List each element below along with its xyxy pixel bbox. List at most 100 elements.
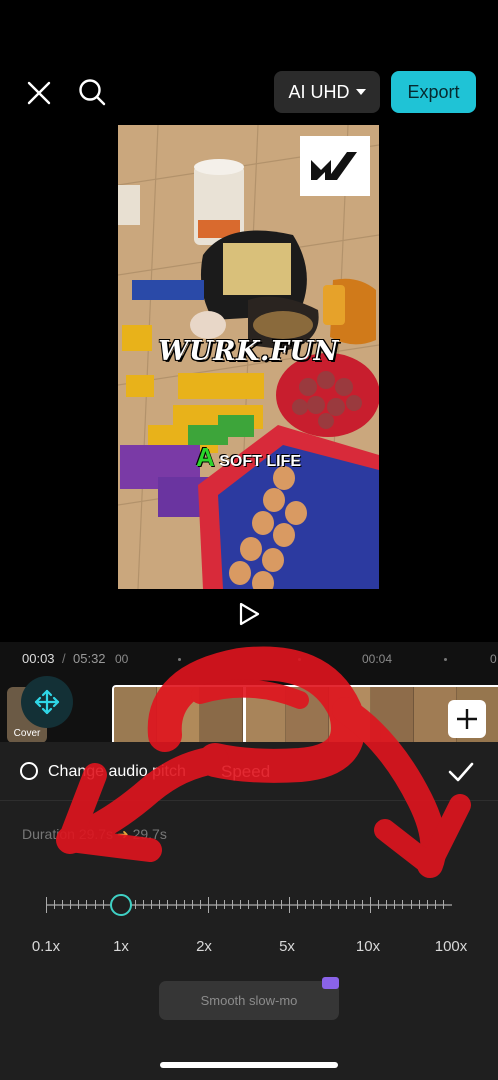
ruler-dot — [298, 658, 301, 661]
panel-divider — [0, 800, 498, 801]
arrow-right-icon: ➜ — [116, 826, 129, 842]
watermark-sub-text: SOFT LIFE — [219, 453, 301, 470]
plus-icon — [457, 709, 477, 729]
watermark-sub-letter: A — [195, 442, 215, 472]
slider-tick — [354, 900, 355, 909]
slider-tick — [240, 900, 241, 909]
move-icon — [34, 689, 60, 715]
confirm-check-icon[interactable] — [447, 758, 475, 786]
slider-tick — [257, 900, 258, 909]
slider-tick — [419, 900, 420, 909]
slider-tick — [62, 900, 63, 909]
speed-slider-knob[interactable] — [110, 894, 132, 916]
slider-tick — [346, 900, 347, 909]
slider-tick — [208, 897, 209, 913]
watermark-title: WURK.FUN — [158, 336, 339, 367]
duration-prefix: Duration — [22, 826, 75, 842]
slider-tick — [338, 900, 339, 909]
speed-label[interactable]: 2x — [179, 938, 229, 955]
search-icon[interactable] — [76, 76, 108, 108]
slider-tick — [167, 900, 168, 909]
play-icon[interactable] — [238, 602, 262, 628]
export-button[interactable]: Export — [391, 71, 476, 113]
slider-tick — [70, 900, 71, 909]
slider-tick — [289, 897, 290, 913]
clip-frame — [156, 687, 200, 745]
slider-tick — [281, 900, 282, 909]
duration-info: Duration 29.7s ➜ 29.7s — [22, 826, 167, 843]
slider-tick — [86, 900, 87, 909]
quality-dropdown[interactable]: AI UHD — [274, 71, 380, 113]
wurk-logo-icon — [311, 152, 357, 180]
total-time: 05:32 — [73, 651, 106, 666]
video-clip-strip[interactable] — [112, 685, 498, 747]
slider-tick — [330, 900, 331, 909]
slider-tick — [135, 900, 136, 909]
speed-label[interactable]: 0.1x — [21, 938, 71, 955]
slider-tick — [386, 900, 387, 909]
slider-tick — [402, 900, 403, 909]
premium-badge-icon — [322, 977, 339, 989]
pitch-label[interactable]: Change audio pitch — [48, 763, 186, 781]
brand-logo — [300, 136, 370, 196]
panel-title: Speed — [221, 762, 271, 781]
slider-tick — [297, 900, 298, 909]
keyframe-button[interactable] — [21, 676, 73, 728]
ruler-label: 0 — [490, 652, 497, 666]
clip-frame — [114, 687, 157, 745]
slider-tick — [313, 900, 314, 909]
slider-tick — [184, 900, 185, 909]
slider-tick — [46, 897, 47, 913]
slider-tick — [192, 900, 193, 909]
slider-tick — [394, 900, 395, 909]
slider-tick — [95, 900, 96, 909]
slider-tick — [305, 900, 306, 909]
clip-frame — [285, 687, 329, 745]
clip-frame — [199, 687, 243, 745]
speed-label[interactable]: 10x — [343, 938, 393, 955]
caret-down-icon — [355, 89, 366, 95]
ruler-label: 00:04 — [362, 652, 393, 666]
slider-tick — [232, 900, 233, 909]
slider-tick — [143, 900, 144, 909]
slider-tick — [159, 900, 160, 909]
cover-label: Cover — [13, 728, 41, 739]
slider-tick — [265, 900, 266, 909]
clip-frame — [328, 687, 372, 745]
slider-tick — [200, 900, 201, 909]
slider-tick — [216, 900, 217, 909]
slider-tick — [273, 900, 274, 909]
pitch-radio[interactable] — [20, 762, 38, 780]
close-icon[interactable] — [24, 78, 54, 108]
slider-tick — [378, 900, 379, 909]
time-separator: / — [62, 651, 66, 666]
slider-tick — [411, 900, 412, 909]
slider-tick — [370, 897, 371, 913]
speed-slider-track[interactable] — [46, 904, 452, 906]
slider-tick — [443, 900, 444, 909]
watermark-subtitle: A SOFT LIFE — [118, 442, 379, 473]
speed-label[interactable]: 100x — [426, 938, 476, 955]
slider-tick — [362, 900, 363, 909]
slider-tick — [176, 900, 177, 909]
slider-tick — [54, 900, 55, 909]
smooth-label: Smooth slow-mo — [200, 993, 298, 1008]
slider-tick — [435, 900, 436, 909]
add-clip-button[interactable] — [448, 700, 486, 738]
duration-to: 29.7s — [132, 826, 167, 842]
speed-label[interactable]: 5x — [262, 938, 312, 955]
clip-frame — [371, 687, 415, 745]
current-time: 00:03 — [22, 651, 55, 666]
ruler-label: 00 — [115, 652, 129, 666]
speed-panel — [0, 742, 498, 1080]
slider-tick — [248, 900, 249, 909]
smooth-slowmo-button[interactable]: Smooth slow-mo — [159, 981, 339, 1020]
slider-tick — [427, 900, 428, 909]
speed-label[interactable]: 1x — [96, 938, 146, 955]
quality-label: AI UHD — [288, 81, 350, 102]
clip-frame — [242, 687, 286, 745]
slider-tick — [78, 900, 79, 909]
ruler-dot — [444, 658, 447, 661]
duration-from: 29.7s — [78, 826, 114, 842]
slider-tick — [103, 900, 104, 909]
